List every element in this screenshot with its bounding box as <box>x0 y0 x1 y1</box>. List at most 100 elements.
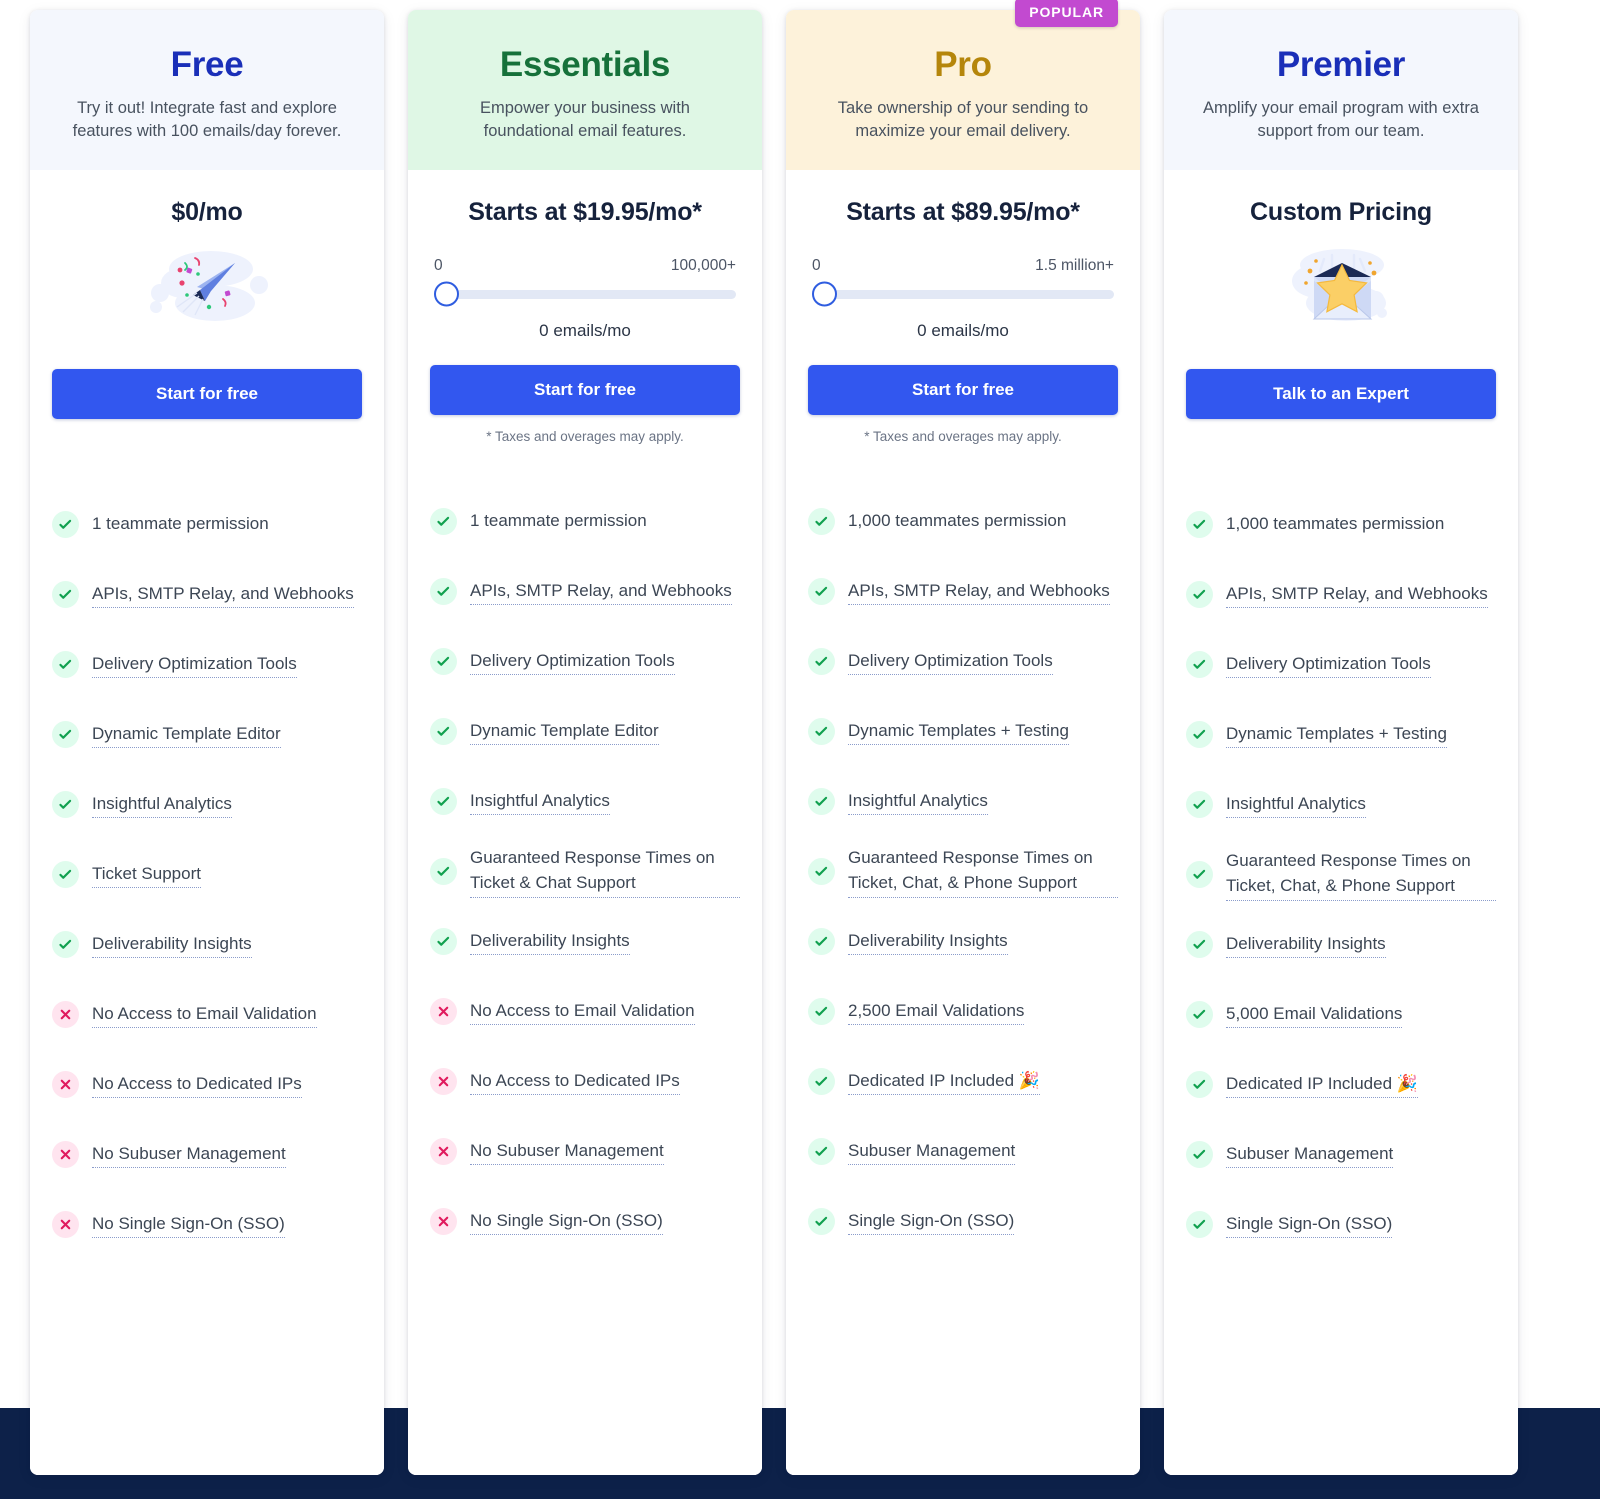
feature-item[interactable]: APIs, SMTP Relay, and Webhooks <box>52 559 362 629</box>
cta-button-free[interactable]: Start for free <box>52 369 362 420</box>
feature-item[interactable]: Deliverability Insights <box>1186 909 1496 979</box>
feature-item[interactable]: Insightful Analytics <box>808 766 1118 836</box>
feature-item[interactable]: No Access to Email Validation <box>52 979 362 1049</box>
feature-label[interactable]: No Access to Dedicated IPs <box>92 1071 302 1098</box>
feature-label[interactable]: Delivery Optimization Tools <box>470 648 675 675</box>
feature-label[interactable]: Guaranteed Response Times on Ticket, Cha… <box>848 845 1118 898</box>
card-header-free: Free Try it out! Integrate fast and explo… <box>30 10 384 171</box>
feature-label[interactable]: No Access to Email Validation <box>470 998 695 1025</box>
feature-item[interactable]: Insightful Analytics <box>430 766 740 836</box>
feature-label[interactable]: No Single Sign-On (SSO) <box>470 1208 663 1235</box>
feature-label[interactable]: Delivery Optimization Tools <box>92 651 297 678</box>
volume-slider-pro[interactable]: 0 1.5 million+ 0 emails/mo <box>810 257 1116 341</box>
feature-label[interactable]: APIs, SMTP Relay, and Webhooks <box>1226 581 1488 608</box>
feature-item[interactable]: Single Sign-On (SSO) <box>808 1186 1118 1256</box>
feature-label[interactable]: Single Sign-On (SSO) <box>1226 1211 1393 1238</box>
volume-slider-essentials[interactable]: 0 100,000+ 0 emails/mo <box>432 257 738 341</box>
cta-button-premier[interactable]: Talk to an Expert <box>1186 369 1496 420</box>
feature-item[interactable]: Dedicated IP Included 🎉 <box>1186 1049 1496 1119</box>
feature-label[interactable]: Guaranteed Response Times on Ticket & Ch… <box>470 845 740 898</box>
check-icon <box>430 577 457 605</box>
feature-item[interactable]: Dynamic Template Editor <box>430 696 740 766</box>
feature-label[interactable]: No Subuser Management <box>470 1138 664 1165</box>
feature-item[interactable]: Insightful Analytics <box>52 769 362 839</box>
slider-track-row[interactable] <box>434 281 736 307</box>
feature-label[interactable]: No Access to Dedicated IPs <box>470 1068 680 1095</box>
check-icon <box>1186 580 1213 608</box>
feature-label[interactable]: Insightful Analytics <box>470 788 610 815</box>
slider-track[interactable] <box>812 289 1114 299</box>
plan-price: Custom Pricing <box>1250 198 1432 227</box>
feature-label[interactable]: Subuser Management <box>848 1138 1016 1165</box>
feature-label[interactable]: APIs, SMTP Relay, and Webhooks <box>848 578 1110 605</box>
feature-label[interactable]: No Subuser Management <box>92 1141 286 1168</box>
feature-label[interactable]: Delivery Optimization Tools <box>1226 651 1431 678</box>
feature-item[interactable]: 2,500 Email Validations <box>808 976 1118 1046</box>
feature-item[interactable]: Delivery Optimization Tools <box>52 629 362 699</box>
slider-track-row[interactable] <box>812 281 1114 307</box>
feature-label[interactable]: Deliverability Insights <box>1226 931 1386 958</box>
feature-item[interactable]: Delivery Optimization Tools <box>1186 629 1496 699</box>
feature-label[interactable]: Insightful Analytics <box>1226 791 1366 818</box>
feature-label[interactable]: Insightful Analytics <box>92 791 232 818</box>
feature-label[interactable]: Delivery Optimization Tools <box>848 648 1053 675</box>
feature-label[interactable]: Dynamic Template Editor <box>92 721 281 748</box>
feature-label[interactable]: Deliverability Insights <box>470 928 630 955</box>
feature-item[interactable]: No Access to Dedicated IPs <box>52 1049 362 1119</box>
feature-label[interactable]: Subuser Management <box>1226 1141 1394 1168</box>
popular-badge: POPULAR <box>1015 0 1118 27</box>
feature-item[interactable]: No Single Sign-On (SSO) <box>430 1186 740 1256</box>
feature-item[interactable]: Guaranteed Response Times on Ticket & Ch… <box>430 836 740 906</box>
feature-item[interactable]: No Subuser Management <box>430 1116 740 1186</box>
feature-item[interactable]: Guaranteed Response Times on Ticket, Cha… <box>1186 839 1496 909</box>
feature-item[interactable]: Delivery Optimization Tools <box>430 626 740 696</box>
feature-item[interactable]: Deliverability Insights <box>430 906 740 976</box>
feature-label[interactable]: 5,000 Email Validations <box>1226 1001 1403 1028</box>
feature-label[interactable]: Deliverability Insights <box>92 931 252 958</box>
cta-button-essentials[interactable]: Start for free <box>430 365 740 416</box>
feature-label[interactable]: No Access to Email Validation <box>92 1001 317 1028</box>
feature-item[interactable]: APIs, SMTP Relay, and Webhooks <box>430 556 740 626</box>
feature-item[interactable]: Deliverability Insights <box>808 906 1118 976</box>
feature-label[interactable]: Dedicated IP Included 🎉 <box>1226 1071 1418 1098</box>
feature-item[interactable]: Subuser Management <box>808 1116 1118 1186</box>
cta-button-pro[interactable]: Start for free <box>808 365 1118 416</box>
feature-item[interactable]: Dynamic Templates + Testing <box>1186 699 1496 769</box>
feature-item[interactable]: Insightful Analytics <box>1186 769 1496 839</box>
feature-item[interactable]: Delivery Optimization Tools <box>808 626 1118 696</box>
feature-label[interactable]: 2,500 Email Validations <box>848 998 1025 1025</box>
feature-label[interactable]: Dynamic Templates + Testing <box>1226 721 1447 748</box>
slider-track[interactable] <box>434 289 736 299</box>
feature-item[interactable]: No Access to Dedicated IPs <box>430 1046 740 1116</box>
feature-item[interactable]: 5,000 Email Validations <box>1186 979 1496 1049</box>
feature-label: 1 teammate permission <box>470 511 647 531</box>
feature-label[interactable]: Ticket Support <box>92 861 201 888</box>
feature-label[interactable]: Dedicated IP Included 🎉 <box>848 1068 1040 1095</box>
feature-item[interactable]: No Subuser Management <box>52 1119 362 1189</box>
feature-item[interactable]: Dynamic Templates + Testing <box>808 696 1118 766</box>
feature-label[interactable]: APIs, SMTP Relay, and Webhooks <box>92 581 354 608</box>
slider-handle[interactable] <box>812 281 837 307</box>
feature-item[interactable]: No Access to Email Validation <box>430 976 740 1046</box>
check-icon <box>808 1067 835 1095</box>
feature-label[interactable]: Dynamic Templates + Testing <box>848 718 1069 745</box>
feature-item[interactable]: Ticket Support <box>52 839 362 909</box>
feature-item[interactable]: Single Sign-On (SSO) <box>1186 1189 1496 1259</box>
feature-label[interactable]: Deliverability Insights <box>848 928 1008 955</box>
feature-item[interactable]: Deliverability Insights <box>52 909 362 979</box>
feature-item[interactable]: Dynamic Template Editor <box>52 699 362 769</box>
feature-item[interactable]: Dedicated IP Included 🎉 <box>808 1046 1118 1116</box>
feature-item[interactable]: Subuser Management <box>1186 1119 1496 1189</box>
slider-handle[interactable] <box>434 281 459 307</box>
plan-name: Essentials <box>499 45 671 84</box>
feature-item[interactable]: APIs, SMTP Relay, and Webhooks <box>1186 559 1496 629</box>
feature-item[interactable]: No Single Sign-On (SSO) <box>52 1189 362 1259</box>
feature-label[interactable]: No Single Sign-On (SSO) <box>92 1211 285 1238</box>
feature-label[interactable]: Dynamic Template Editor <box>470 718 659 745</box>
feature-label[interactable]: Single Sign-On (SSO) <box>848 1208 1015 1235</box>
feature-label[interactable]: Guaranteed Response Times on Ticket, Cha… <box>1226 848 1496 901</box>
feature-label[interactable]: APIs, SMTP Relay, and Webhooks <box>470 578 732 605</box>
feature-item[interactable]: Guaranteed Response Times on Ticket, Cha… <box>808 836 1118 906</box>
feature-item[interactable]: APIs, SMTP Relay, and Webhooks <box>808 556 1118 626</box>
feature-label[interactable]: Insightful Analytics <box>848 788 988 815</box>
